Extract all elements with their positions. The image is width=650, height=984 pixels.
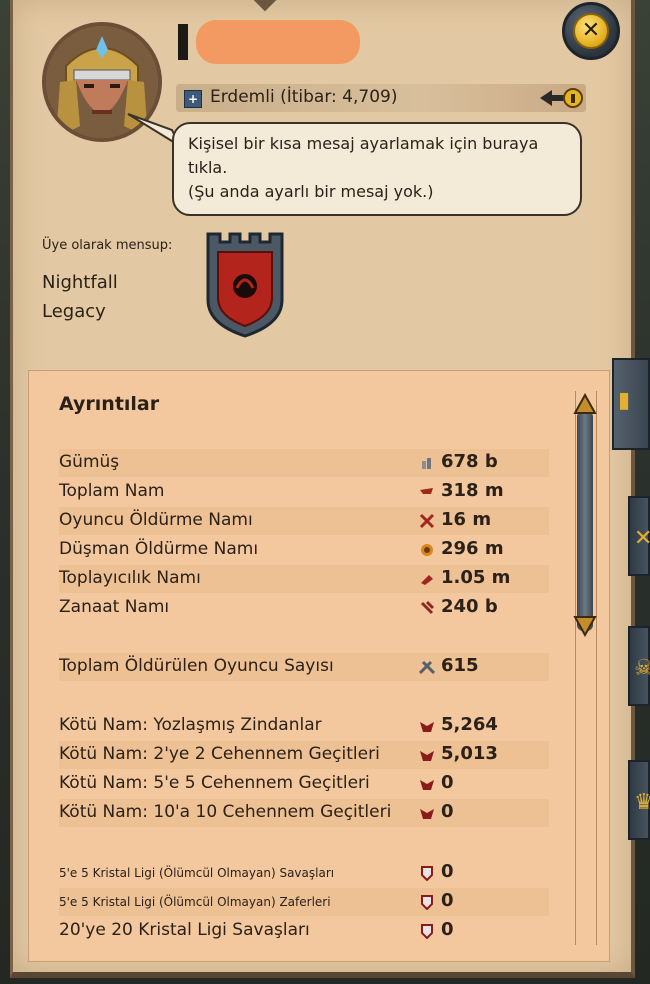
pvp-fame-icon	[419, 513, 435, 529]
crafting-fame-icon	[420, 600, 435, 615]
infamy-icon	[420, 722, 434, 732]
infamy-icon	[420, 780, 434, 790]
stat-row-infamy-corrupted: Kötü Nam: Yozlaşmış Zindanlar 5,264	[59, 714, 498, 735]
fame-icon	[420, 488, 433, 494]
player-name-initial	[178, 24, 188, 60]
details-title: Ayrıntılar	[59, 393, 160, 415]
stat-row-total-fame: Toplam Nam 318 m	[59, 480, 504, 501]
reputation-bar: + Erdemli (İtibar: 4,709)	[176, 84, 586, 112]
close-button[interactable]: ✕	[562, 2, 620, 60]
stat-row-infamy-5v5: Kötü Nam: 5'e 5 Cehennem Geçitleri 0	[59, 772, 454, 793]
guild-name[interactable]: Nightfall Legacy	[42, 268, 152, 326]
stat-row-infamy-10v10: Kötü Nam: 10'a 10 Cehennem Geçitleri 0	[59, 799, 549, 827]
infamy-icon	[420, 751, 434, 761]
kills-icon	[419, 660, 435, 675]
stat-row-infamy-2v2: Kötü Nam: 2'ye 2 Cehennem Geçitleri 5,01…	[59, 741, 549, 769]
personal-message-text: Kişisel bir kısa mesaj ayarlamak için bu…	[188, 134, 539, 201]
stat-row-crafting-fame: Zanaat Namı 240 b	[59, 596, 498, 617]
swords-tab-icon: ✕	[634, 526, 650, 551]
tab-achievements[interactable]: ♛	[628, 760, 650, 840]
personal-message-bubble[interactable]: Kişisel bir kısa mesaj ayarlamak için bu…	[172, 122, 582, 216]
guild-label: Üye olarak mensup:	[42, 238, 173, 253]
tab-deaths[interactable]: ☠	[628, 626, 650, 706]
details-section: Ayrıntılar Gümüş 678 b Toplam Nam 318 m …	[28, 370, 610, 962]
crystal-icon	[421, 866, 433, 881]
stat-row-crystal-20v20-battles: 20'ye 20 Kristal Ligi Savaşları 0	[59, 919, 454, 940]
tab-combat[interactable]: ✕	[628, 496, 650, 576]
panel-top-ornament	[253, 0, 277, 12]
guild-crest-icon[interactable]	[204, 228, 286, 338]
crystal-icon	[421, 895, 433, 910]
player-name-redaction	[196, 20, 360, 64]
tab-details[interactable]: ▮	[612, 358, 650, 450]
infamy-icon	[420, 809, 434, 819]
scrollbar-thumb[interactable]	[577, 411, 593, 631]
scroll-down-icon[interactable]	[573, 615, 597, 637]
stat-row-total-kills: Toplam Öldürülen Oyuncu Sayısı 615	[59, 653, 549, 681]
silver-icon	[422, 458, 431, 469]
pve-fame-icon	[421, 544, 433, 556]
scroll-up-icon[interactable]	[573, 393, 597, 415]
scroll-tab-icon: ▮	[618, 388, 631, 413]
skull-tab-icon: ☠	[634, 656, 650, 681]
reputation-text: Erdemli (İtibar: 4,709)	[210, 87, 398, 107]
stat-row-silver: Gümüş 678 b	[59, 449, 549, 477]
stat-row-gathering-fame: Toplayıcılık Namı 1.05 m	[59, 565, 549, 593]
trophy-tab-icon: ♛	[634, 790, 650, 815]
stat-row-crystal-5v5-battles: 5'e 5 Kristal Ligi (Ölümcül Olmayan) Sav…	[59, 861, 454, 882]
stat-row-crystal-5v5-wins: 5'e 5 Kristal Ligi (Ölümcül Olmayan) Zaf…	[59, 888, 549, 916]
crystal-icon	[421, 924, 433, 939]
stat-row-pvp-fame: Oyuncu Öldürme Namı 16 m	[59, 507, 549, 535]
stat-row-pve-fame: Düşman Öldürme Namı 296 m	[59, 538, 504, 559]
close-icon: ✕	[573, 13, 609, 49]
reputation-info-icon[interactable]	[538, 86, 584, 110]
gathering-fame-icon	[421, 575, 433, 585]
